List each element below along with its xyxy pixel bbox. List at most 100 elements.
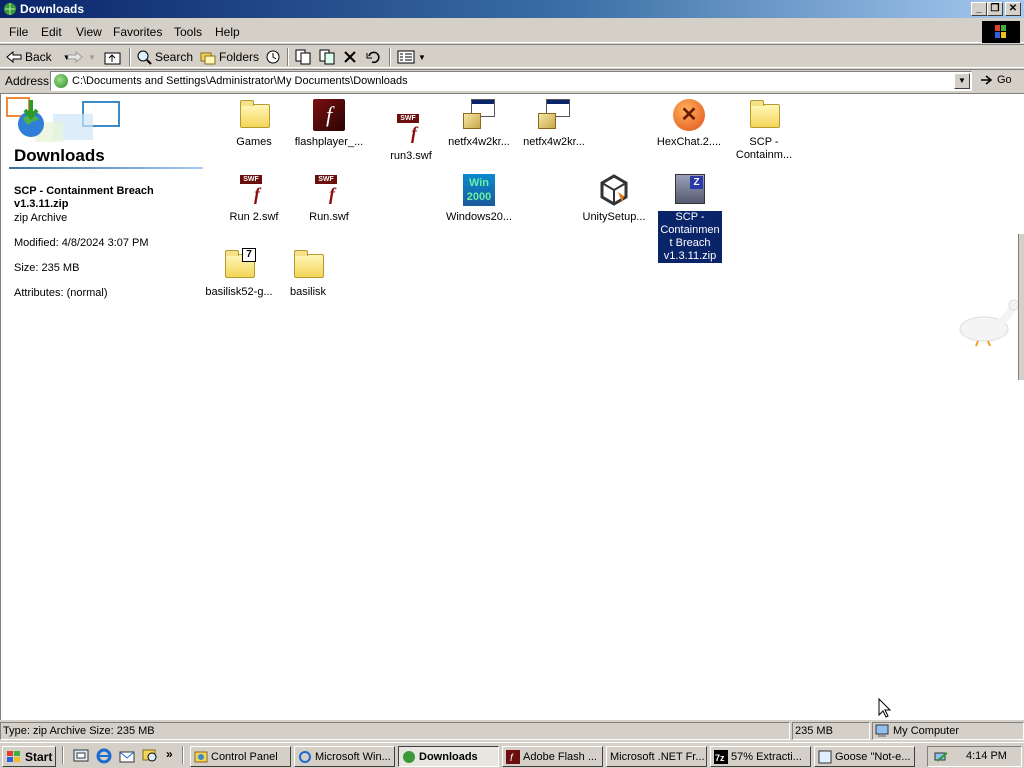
back-button[interactable]: Back ▼: [6, 49, 71, 65]
address-bar: Address C:\Documents and Settings\Admini…: [0, 69, 1024, 91]
address-dropdown-icon[interactable]: ▼: [954, 73, 970, 89]
menu-tools[interactable]: Tools: [174, 25, 202, 39]
move-to-button[interactable]: [295, 49, 311, 65]
7zip-folder-icon: 7: [222, 248, 256, 282]
network-tray-icon[interactable]: [933, 749, 949, 765]
minimize-button[interactable]: _: [971, 2, 987, 16]
task-adobe-flash[interactable]: f Adobe Flash ...: [502, 746, 603, 767]
undo-button[interactable]: [366, 49, 382, 65]
address-label: Address: [5, 74, 50, 88]
task-label: Goose "Not-e...: [835, 750, 911, 763]
file-label: HexChat.2....: [656, 136, 722, 148]
file-label: Run.swf: [309, 211, 349, 223]
task-label: 57% Extracti...: [731, 750, 802, 763]
file-item[interactable]: basilisk: [270, 248, 346, 299]
file-item[interactable]: SWF f Run 2.swf: [216, 173, 292, 224]
task-7zip-extracting[interactable]: 7z 57% Extracti...: [710, 746, 811, 767]
goose-icon: [959, 299, 1024, 347]
file-item[interactable]: 7 basilisk52-g...: [201, 248, 277, 299]
history-button[interactable]: [265, 49, 281, 65]
address-input[interactable]: C:\Documents and Settings\Administrator\…: [50, 71, 972, 91]
folder-globe-icon: [54, 74, 68, 88]
file-item[interactable]: SCP - Containm...: [726, 98, 802, 162]
file-item[interactable]: UnitySetup...: [576, 173, 652, 224]
menu-view[interactable]: View: [76, 25, 102, 39]
menu-file[interactable]: File: [9, 25, 28, 39]
views-dropdown-icon[interactable]: ▼: [418, 53, 426, 62]
close-button[interactable]: ✕: [1005, 2, 1021, 16]
ie-icon: [299, 750, 311, 763]
file-item[interactable]: f flashplayer_...: [291, 98, 367, 149]
task-downloads[interactable]: Downloads: [398, 746, 499, 767]
task-control-panel[interactable]: Control Panel: [190, 746, 291, 767]
clock[interactable]: 4:14 PM: [966, 750, 1007, 762]
file-item[interactable]: Win 2000 Windows20...: [441, 173, 517, 224]
internet-explorer-icon[interactable]: [95, 747, 113, 765]
delete-icon: [344, 51, 356, 63]
search-computer-icon[interactable]: [141, 747, 159, 765]
selected-file-name: SCP - Containment Breach v1.3.11.zip: [14, 185, 154, 210]
selected-file-modified: Modified: 4/8/2024 3:07 PM: [14, 237, 149, 249]
folder-icon: [291, 248, 325, 282]
forward-dropdown-icon[interactable]: ▼: [88, 53, 96, 62]
status-zone-label: My Computer: [893, 725, 960, 737]
title-bar[interactable]: Downloads _ ❐ ✕: [0, 0, 1024, 18]
show-desktop-icon[interactable]: [72, 747, 90, 765]
task-label: Adobe Flash ...: [523, 750, 597, 763]
delete-button[interactable]: [343, 49, 357, 65]
outlook-express-icon[interactable]: [118, 747, 136, 765]
file-item[interactable]: SWF f run3.swf: [373, 112, 449, 163]
back-arrow-icon: [6, 50, 22, 64]
file-label: basilisk52-g...: [205, 286, 273, 298]
file-label: UnitySetup...: [582, 211, 646, 223]
forward-arrow-icon: [67, 50, 83, 64]
explorer-icon: [403, 750, 415, 763]
up-folder-button[interactable]: [104, 49, 122, 65]
task-dotnet-framework[interactable]: Microsoft .NET Fr...: [606, 746, 707, 767]
hexchat-icon: ✕: [672, 98, 706, 132]
task-label: Control Panel: [211, 750, 278, 763]
restore-button[interactable]: ❐: [987, 2, 1003, 16]
installer-icon: [537, 98, 571, 132]
selected-file-size: Size: 235 MB: [14, 262, 80, 274]
file-item[interactable]: Games: [216, 98, 292, 149]
folder-view[interactable]: Downloads SCP - Containment Breach v1.3.…: [0, 93, 1024, 720]
start-button[interactable]: Start: [2, 746, 56, 767]
pane-title: Downloads: [14, 146, 105, 165]
file-label: netfx4w2kr...: [448, 136, 510, 148]
forward-button[interactable]: ▼: [67, 49, 96, 65]
menu-help[interactable]: Help: [215, 25, 240, 39]
undo-icon: [366, 51, 380, 64]
unity-icon: [597, 173, 631, 207]
file-label: Windows20...: [445, 211, 513, 223]
taskbar: Start » Control Panel Microsoft Win... D…: [0, 742, 1024, 768]
flash-player-icon: f: [312, 98, 346, 132]
swf-file-icon: SWF f: [312, 173, 346, 207]
task-label: Downloads: [419, 750, 478, 763]
status-bar: Type: zip Archive Size: 235 MB 235 MB My…: [0, 721, 1024, 741]
views-button[interactable]: ▼: [397, 49, 426, 65]
task-label: Microsoft .NET Fr...: [610, 750, 705, 763]
menu-edit[interactable]: Edit: [41, 25, 62, 39]
go-arrow-icon: [981, 75, 993, 85]
scrollbar[interactable]: [1018, 234, 1024, 380]
file-item[interactable]: SWF f Run.swf: [291, 173, 367, 224]
windows-2000-icon: Win 2000: [462, 173, 496, 207]
zip-archive-icon: [673, 173, 707, 207]
menu-favorites[interactable]: Favorites: [113, 25, 162, 39]
file-item[interactable]: netfx4w2kr...: [441, 98, 517, 149]
file-item[interactable]: netfx4w2kr...: [516, 98, 592, 149]
file-item-selected[interactable]: SCP - Containment Breach v1.3.11.zip: [652, 173, 728, 263]
my-computer-icon: [875, 724, 889, 737]
task-goose[interactable]: Goose "Not-e...: [814, 746, 915, 767]
views-icon: [397, 50, 415, 64]
go-button[interactable]: Go: [980, 73, 1012, 87]
search-button[interactable]: Search: [136, 49, 193, 65]
task-microsoft-windows[interactable]: Microsoft Win...: [294, 746, 395, 767]
copy-to-button[interactable]: [319, 49, 335, 65]
file-item[interactable]: ✕ HexChat.2....: [651, 98, 727, 149]
explorer-globe-icon: [4, 3, 16, 15]
folders-button[interactable]: Folders: [200, 49, 259, 65]
7zip-icon: 7z: [714, 749, 728, 764]
toolbar-separator: [287, 48, 289, 66]
